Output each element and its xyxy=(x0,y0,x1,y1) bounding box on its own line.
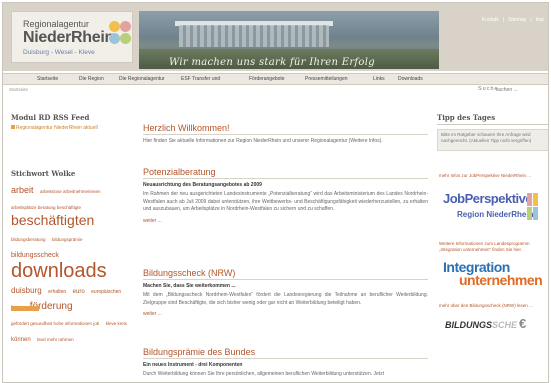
integration-logo-word2: unternehmen xyxy=(459,272,543,288)
logo-dot-pink xyxy=(120,21,131,32)
nav-item-esf[interactable]: ESF Transfer und xyxy=(181,76,220,82)
right-sidebar: Tipp des Tages Bitte im Ratgeber schauen… xyxy=(437,113,548,151)
tag-cloud-word[interactable]: euro xyxy=(73,289,85,295)
tag-cloud-word[interactable]: bildungsberatung xyxy=(11,237,46,242)
nav-item-agentur[interactable]: Die Regionalagentur xyxy=(119,76,165,82)
rss-link-text: Regionalagentur NiederRhein aktuell xyxy=(16,125,98,131)
sub-bar: Startseite Suche xyxy=(3,86,548,95)
tag-cloud-word[interactable]: können xyxy=(11,337,31,343)
logo-title: NiederRhein xyxy=(23,29,114,46)
tag-cloud-word[interactable]: land mehr rahmen xyxy=(37,337,74,342)
integration-unternehmen-logo[interactable]: Integration unternehmen xyxy=(443,259,548,289)
site-header: Regionalagentur NiederRhein Duisburg - W… xyxy=(3,3,548,71)
tag-cloud-word[interactable]: arbeitsplätze beratung beschäftigte xyxy=(11,205,81,210)
tag-cloud-word[interactable]: gefördert gesundheit hohe informationen … xyxy=(11,321,99,326)
bildungsscheck-subtitle: Machen Sie, dass Sie weiterkommen ... xyxy=(143,283,236,289)
tag-cloud: arbeit arbeitslose arbeitnehmerinnen arb… xyxy=(11,181,137,345)
jobperspektive-logo[interactable]: JobPerspektive Region NiederRhein xyxy=(443,189,547,231)
jobperspektive-logo-title: JobPerspektive xyxy=(443,191,533,206)
tag-cloud-word[interactable]: downloads xyxy=(11,260,107,282)
bildungspraemie-text: Durch Weiterbildung können Sie Ihre pers… xyxy=(143,371,385,377)
nav-item-presse[interactable]: Pressemitteilungen xyxy=(305,76,348,82)
header-slogan: Wir machen uns stark für Ihren Erfolg xyxy=(169,57,375,68)
top-link-contact[interactable]: Kontakt xyxy=(482,17,499,23)
welcome-title[interactable]: Herzlich Willkommen! xyxy=(143,123,428,135)
tip-title: Tipp des Tages xyxy=(437,113,548,125)
tag-cloud-title: Stichwort Wolke xyxy=(11,169,76,178)
bildungsscheck-logo-suffix: SCHE xyxy=(492,320,518,330)
tag-cloud-word[interactable]: arbeit xyxy=(11,185,34,195)
jobperspektive-link[interactable]: mehr Infos zur JobPerspektive NiederRhei… xyxy=(439,173,547,179)
logo-dots-icon xyxy=(109,21,131,47)
logo-dot-yellow xyxy=(109,21,120,32)
nav-item-foerderangebote[interactable]: Förderangebote xyxy=(249,76,285,82)
nav-item-links[interactable]: Links xyxy=(373,76,385,82)
top-link-imprint[interactable]: Imp xyxy=(536,17,544,23)
logo-dot-green xyxy=(120,33,131,44)
jobp-bar-green xyxy=(527,207,532,220)
nav-item-downloads[interactable]: Downloads xyxy=(398,76,423,82)
jobperspektive-bars-icon xyxy=(527,193,547,221)
bildungsscheck-title[interactable]: Bildungsscheck (NRW) xyxy=(143,268,428,280)
search-box: Suche xyxy=(478,86,538,94)
page: Regionalagentur NiederRhein Duisburg - W… xyxy=(2,2,549,383)
nav-item-region[interactable]: Die Region xyxy=(79,76,104,82)
logo-subtitle: Duisburg - Wesel - Kleve xyxy=(23,49,95,56)
bildungsscheck-logo[interactable]: BILDUNGSSCHE € xyxy=(445,316,527,331)
potenzial-more-link[interactable]: weiter ... xyxy=(143,218,428,224)
potenzial-title[interactable]: Potenzialberatung xyxy=(143,167,428,179)
potenzial-text: Im Rahmen der neu ausgerichteten Landesi… xyxy=(143,191,428,212)
content-block-welcome: Herzlich Willkommen! Hier finden Sie akt… xyxy=(143,123,428,146)
potenzial-subtitle: Neuausrichtung des Beratungsangebotes ab… xyxy=(143,182,262,188)
jobp-bar-pink xyxy=(527,193,532,206)
tag-cloud-word[interactable]: bildungsprämie xyxy=(52,237,83,242)
main-nav: Startseite Die Region Die Regionalagentu… xyxy=(3,73,548,85)
top-links: Kontakt | Sitemap | Imp xyxy=(481,17,544,23)
content-block-bildungspraemie: Bildungsprämie des Bundes Ein neues Inst… xyxy=(143,347,428,379)
header-banner-image: Wir machen uns stark für Ihren Erfolg xyxy=(139,11,439,69)
breadcrumb[interactable]: Startseite xyxy=(9,87,28,92)
search-input[interactable] xyxy=(496,86,536,93)
tag-cloud-word[interactable]: bildungsscheck xyxy=(11,252,59,259)
content-block-potenzialberatung: Potenzialberatung Neuausrichtung des Ber… xyxy=(143,167,428,224)
tag-cloud-word[interactable]: erhalten xyxy=(48,289,66,295)
top-link-sitemap[interactable]: Sitemap xyxy=(508,17,526,23)
tag-cloud-word[interactable]: arbeitslose arbeitnehmerinnen xyxy=(40,189,101,194)
integration-link[interactable]: Weitere Informationen zum Landesprogramm… xyxy=(439,241,547,253)
nav-item-start[interactable]: Startseite xyxy=(37,76,58,82)
banner-building xyxy=(179,25,329,47)
bildungsscheck-more-link[interactable]: weiter ... xyxy=(143,311,428,317)
logo-title-small: Regionalagentur xyxy=(23,19,90,29)
tag-cloud-word[interactable]: europäischen xyxy=(91,289,121,295)
rss-icon xyxy=(11,125,15,129)
bildungsscheck-logo-text: BILDUNGS xyxy=(445,320,492,330)
bildungspraemie-subtitle: Ein neues Instrument - drei Komponenten xyxy=(143,362,243,368)
jobperspektive-logo-region: Region NiederRhein xyxy=(457,210,534,219)
tag-cloud-word[interactable]: beschäftigten xyxy=(11,212,94,228)
bildungspraemie-title[interactable]: Bildungsprämie des Bundes xyxy=(143,347,428,359)
rss-feed-link[interactable]: Regionalagentur NiederRhein aktuell xyxy=(11,125,141,131)
tag-cloud-word[interactable]: duisburg xyxy=(11,286,42,295)
tip-box: Bitte im Ratgeber schauen! Ihre Anfrage … xyxy=(437,129,548,151)
bildungsscheck-text: Mit dem „Bildungsscheck Nordrhein-Westfa… xyxy=(143,292,428,306)
tag-cloud-badge[interactable] xyxy=(11,306,39,311)
left-sidebar: Modul RD RSS Feed Regionalagentur Nieder… xyxy=(11,113,141,131)
bildungsscheck-c-icon: € xyxy=(519,316,527,331)
bildungsscheck-link[interactable]: mehr über den Bildungsscheck (NRW) lesen… xyxy=(439,303,547,309)
rss-title: Modul RD RSS Feed xyxy=(11,113,90,122)
tag-cloud-word[interactable]: kleve kreis xyxy=(106,321,127,326)
logo-dot-blue xyxy=(109,33,120,44)
content-block-bildungsscheck: Bildungsscheck (NRW) Machen Sie, dass Si… xyxy=(143,268,428,317)
jobp-bar-blue xyxy=(533,207,538,220)
jobp-bar-yellow xyxy=(533,193,538,206)
welcome-text: Hier finden Sie aktuelle Informationen z… xyxy=(143,138,383,144)
